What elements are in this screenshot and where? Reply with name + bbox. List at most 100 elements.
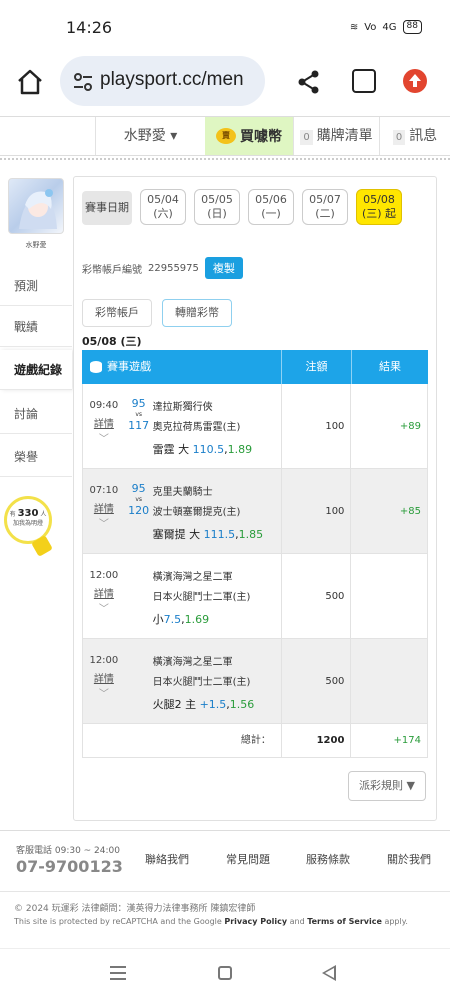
- bet-text: 小: [152, 613, 164, 626]
- bulb-unit: 人: [40, 511, 47, 518]
- current-date: 05/08 (三): [82, 335, 142, 348]
- date-text: 05/04: [147, 193, 179, 206]
- bulb-prefix: 有: [9, 511, 16, 518]
- bet-info: 塞爾提 大 111.5,1.85: [152, 528, 264, 541]
- date-text: 05/06: [255, 193, 287, 206]
- tabs-icon[interactable]: [352, 69, 376, 93]
- date-text: 05/07: [309, 193, 341, 206]
- bet-info: 雷霆 大 110.5,1.89: [152, 443, 253, 456]
- sidebar-item-predictions[interactable]: 預測: [0, 266, 72, 306]
- recaptcha-notice: This site is protected by reCAPTCHA and …: [14, 917, 408, 926]
- bet-line: +1.5: [199, 698, 227, 711]
- recaptcha-apply: apply.: [381, 917, 408, 926]
- share-icon[interactable]: [296, 69, 322, 95]
- game-teams: 橫濱海灣之星二軍 日本火腿鬥士二軍(主) 小7.5,1.69: [153, 554, 282, 638]
- status-icons: ≋ Vo 4G 88: [350, 20, 422, 34]
- table-row: 12:00 詳情 ﹀ 橫濱海灣之星二軍 日本火腿鬥士二軍(主) 火腿2 主 +1…: [82, 639, 428, 724]
- profile-sidebar: 水野愛 預測 戰績 遊戲紀錄 討論 榮譽 有 330 人 加我為明燈: [0, 176, 72, 596]
- team2-id: 120: [128, 504, 150, 517]
- site-settings-icon[interactable]: [72, 71, 94, 93]
- status-time: 14:26: [66, 18, 113, 37]
- game-teams: 克里夫蘭騎士 波士頓塞爾提克(主) 塞爾提 大 111.5,1.85: [153, 469, 282, 553]
- cart-link[interactable]: 0 購牌清單: [293, 117, 379, 155]
- payout-rules-dropdown[interactable]: 派彩規則 ▼: [348, 771, 426, 801]
- detail-link[interactable]: 詳情: [83, 585, 125, 600]
- bet-line: 7.5: [163, 613, 182, 626]
- buy-coins-button[interactable]: 賣 買噱幣: [205, 117, 293, 155]
- date-button[interactable]: 05/07 (二): [302, 189, 348, 225]
- bet-odds: 1.69: [184, 613, 210, 626]
- messages-label: 訊息: [409, 128, 438, 144]
- copyright: © 2024 玩運彩 法律顧問：漢英得力法律事務所 陳鎮宏律師: [14, 904, 256, 914]
- footer-link-faq[interactable]: 常見問題: [226, 851, 270, 867]
- bet-amount: 500: [282, 554, 352, 638]
- sidebar-item-discussion[interactable]: 討論: [0, 394, 72, 434]
- team1-name: 達拉斯獨行俠: [152, 402, 213, 413]
- game-ids: [125, 554, 153, 638]
- browser-toolbar: playsport.cc/men: [0, 50, 450, 116]
- account-number: 22955975: [148, 262, 199, 274]
- game-teams: 橫濱海灣之星二軍 日本火腿鬥士二軍(主) 火腿2 主 +1.5,1.56: [153, 639, 282, 723]
- battery-icon: 88: [402, 20, 422, 34]
- tab-transfer-coins[interactable]: 轉贈彩幣: [162, 299, 232, 327]
- team1-name: 克里夫蘭騎士: [152, 487, 213, 498]
- detail-link[interactable]: 詳情: [83, 500, 125, 515]
- date-button[interactable]: 05/05 (日): [194, 189, 240, 225]
- volte-icon: Vo: [364, 21, 377, 33]
- total-row: 總計： 1200 +174: [82, 724, 428, 758]
- bet-info: 火腿2 主 +1.5,1.56: [152, 698, 255, 711]
- date-button[interactable]: 05/06 (一): [248, 189, 294, 225]
- detail-link[interactable]: 詳情: [83, 670, 125, 685]
- messages-link[interactable]: 0 訊息: [379, 117, 450, 155]
- bet-odds: 1.85: [238, 528, 264, 541]
- table-row: 09:40 詳情 ﹀ 95 vs 117 達拉斯獨行俠 奧克拉荷馬雷霆(主) 雷…: [82, 384, 428, 469]
- detail-link[interactable]: 詳情: [83, 415, 125, 430]
- sidebar-item-honors[interactable]: 榮譽: [0, 437, 72, 477]
- chevron-down-icon[interactable]: ﹀: [83, 430, 125, 445]
- chevron-down-icon[interactable]: ﹀: [83, 600, 125, 615]
- home-square-icon[interactable]: [218, 966, 232, 980]
- footer-link-about[interactable]: 關於我們: [387, 851, 431, 867]
- bet-amount: 100: [282, 384, 352, 468]
- header-amount: 注額: [282, 350, 352, 384]
- privacy-policy-link[interactable]: Privacy Policy: [224, 917, 287, 926]
- time-text: 12:00: [89, 570, 119, 581]
- chevron-down-icon[interactable]: ﹀: [83, 685, 125, 700]
- total-amount: 1200: [282, 724, 352, 757]
- home-icon[interactable]: [16, 68, 44, 96]
- bulb-count: 330: [17, 508, 39, 519]
- total-result: +174: [393, 735, 421, 746]
- sidebar-item-records[interactable]: 戰績: [0, 307, 72, 347]
- bet-result: +85: [399, 506, 421, 517]
- url-bar[interactable]: playsport.cc/men: [60, 56, 265, 106]
- team2-name: 波士頓塞爾提克(主): [152, 507, 241, 518]
- bet-result: [351, 639, 427, 723]
- date-button-selected[interactable]: 05/08 (三) 起: [356, 189, 402, 225]
- team1-name: 橫濱海灣之星二軍: [152, 657, 233, 668]
- buy-coins-label: 買噱幣: [240, 129, 282, 145]
- footer-link-terms[interactable]: 服務條款: [306, 851, 350, 867]
- game-time: 12:00 詳情 ﹀: [83, 639, 125, 723]
- account-info: 彩幣帳戶編號 22955975 複製: [82, 257, 243, 279]
- bet-line: 111.5: [203, 528, 236, 541]
- chevron-down-icon[interactable]: ﹀: [83, 515, 125, 530]
- tab-coin-account[interactable]: 彩幣帳戶: [82, 299, 152, 327]
- date-button[interactable]: 05/04 (六): [140, 189, 186, 225]
- recent-apps-icon[interactable]: [110, 966, 126, 980]
- terms-of-service-link[interactable]: Terms of Service: [307, 917, 382, 926]
- bet-amount: 100: [282, 469, 352, 553]
- back-icon[interactable]: [322, 965, 336, 981]
- bet-text: 塞爾提 大: [152, 528, 201, 541]
- footer-link-contact[interactable]: 聯絡我們: [145, 851, 189, 867]
- update-icon[interactable]: [403, 69, 427, 93]
- copy-button[interactable]: 複製: [204, 257, 243, 279]
- sidebar-item-game-history[interactable]: 遊戲紀錄: [0, 350, 72, 390]
- hotline-number[interactable]: 07-9700123: [16, 857, 123, 876]
- game-ids: 95 vs 117: [125, 384, 153, 468]
- day-text: (一): [261, 207, 281, 220]
- team2-name: 奧克拉荷馬雷霆(主): [152, 422, 241, 433]
- user-dropdown[interactable]: 水野愛 ▾: [95, 117, 205, 155]
- game-time: 12:00 詳情 ﹀: [83, 554, 125, 638]
- avatar[interactable]: [8, 178, 64, 234]
- day-text: (日): [207, 207, 227, 220]
